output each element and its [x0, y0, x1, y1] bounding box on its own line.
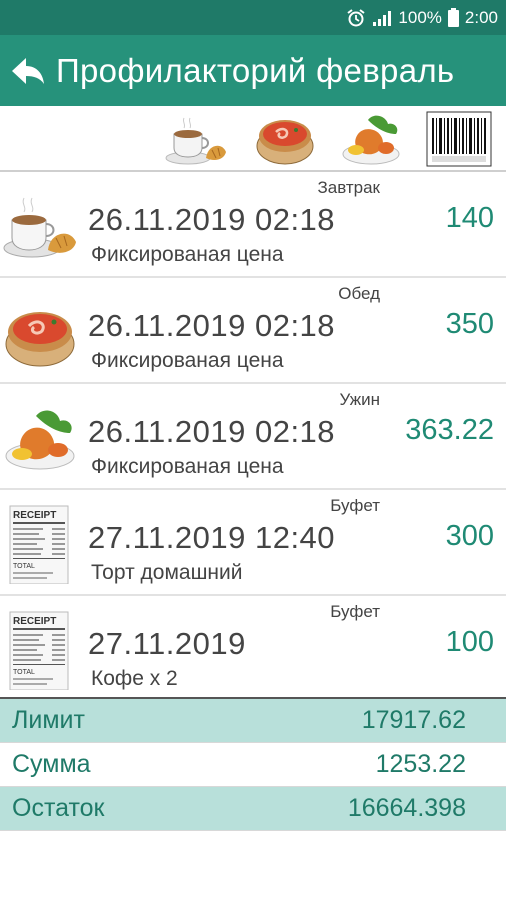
transaction-datetime: 27.11.2019 12:40	[88, 520, 336, 555]
transaction-datetime: 26.11.2019 02:18	[88, 414, 336, 449]
barcode-filter-icon[interactable]	[426, 110, 492, 168]
dinner-plate-icon	[5, 410, 75, 470]
breakfast-filter-icon[interactable]	[162, 110, 228, 168]
transaction-category: Ужин	[339, 390, 381, 409]
transaction-datetime: 27.11.2019	[88, 626, 246, 661]
transaction-list: Завтрак 26.11.2019 02:18 Фиксированая це…	[0, 172, 506, 702]
transaction-amount: 300	[445, 520, 494, 552]
lunch-filter-icon[interactable]	[252, 110, 318, 168]
back-button[interactable]	[0, 35, 56, 106]
transaction-amount: 100	[445, 626, 494, 658]
battery-icon	[447, 8, 459, 27]
transaction-datetime: 26.11.2019 02:18	[88, 308, 336, 343]
clock: 2:00	[464, 7, 498, 27]
transaction-row[interactable]: Завтрак 26.11.2019 02:18 Фиксированая це…	[0, 172, 506, 278]
limit-value: 17917.62	[361, 706, 466, 734]
transaction-category: Буфет	[330, 602, 380, 621]
transaction-description: Фиксированая цена	[91, 243, 284, 266]
transaction-amount: 363.22	[405, 414, 494, 446]
soup-bowl-icon	[5, 312, 75, 367]
transaction-description: Торт домашний	[91, 561, 243, 584]
coffee-croissant-icon	[3, 197, 76, 258]
transaction-category: Завтрак	[317, 178, 380, 197]
dinner-filter-icon[interactable]	[338, 110, 404, 168]
transaction-amount: 350	[445, 308, 494, 340]
summary-panel: Лимит 17917.62 Сумма 1253.22 Остаток 166…	[0, 697, 506, 831]
transaction-row[interactable]: RECEIPT TOTAL Буфет 27.11.2019 12:40 Тор…	[0, 490, 506, 596]
sum-label: Сумма	[12, 750, 91, 778]
transaction-amount: 140	[445, 202, 494, 234]
transaction-description: Кофе x 2	[91, 667, 178, 690]
back-arrow-icon	[12, 57, 44, 84]
transaction-category: Буфет	[330, 496, 380, 515]
status-bar: 100% 2:00	[0, 0, 506, 35]
balance-value: 16664.398	[347, 794, 466, 822]
signal-icon	[373, 10, 392, 26]
limit-row: Лимит 17917.62	[0, 699, 506, 743]
sum-row: Сумма 1253.22	[0, 743, 506, 787]
sum-value: 1253.22	[375, 750, 466, 778]
transaction-row[interactable]: Обед 26.11.2019 02:18 Фиксированая цена …	[0, 278, 506, 384]
svg-text:TOTAL: TOTAL	[13, 563, 35, 570]
transaction-description: Фиксированая цена	[91, 349, 284, 372]
app-bar: Профилакторий февраль	[0, 35, 506, 106]
page-title: Профилакторий февраль	[56, 51, 455, 89]
receipt-icon: RECEIPT TOTAL	[9, 611, 69, 690]
battery-percent: 100%	[398, 7, 442, 27]
balance-row: Остаток 16664.398	[0, 787, 506, 831]
alarm-icon	[347, 8, 366, 26]
transaction-category: Обед	[338, 284, 380, 303]
transaction-row[interactable]: Ужин 26.11.2019 02:18 Фиксированая цена …	[0, 384, 506, 490]
receipt-icon: RECEIPT TOTAL	[9, 505, 69, 584]
limit-label: Лимит	[12, 706, 85, 734]
transaction-description: Фиксированая цена	[91, 455, 284, 478]
transaction-row[interactable]: RECEIPT TOTAL Буфет 27.11.2019 Кофе x 2 …	[0, 596, 506, 702]
svg-text:TOTAL: TOTAL	[13, 669, 35, 676]
category-filter-bar	[0, 106, 506, 172]
balance-label: Остаток	[12, 794, 105, 822]
transaction-datetime: 26.11.2019 02:18	[88, 202, 336, 237]
